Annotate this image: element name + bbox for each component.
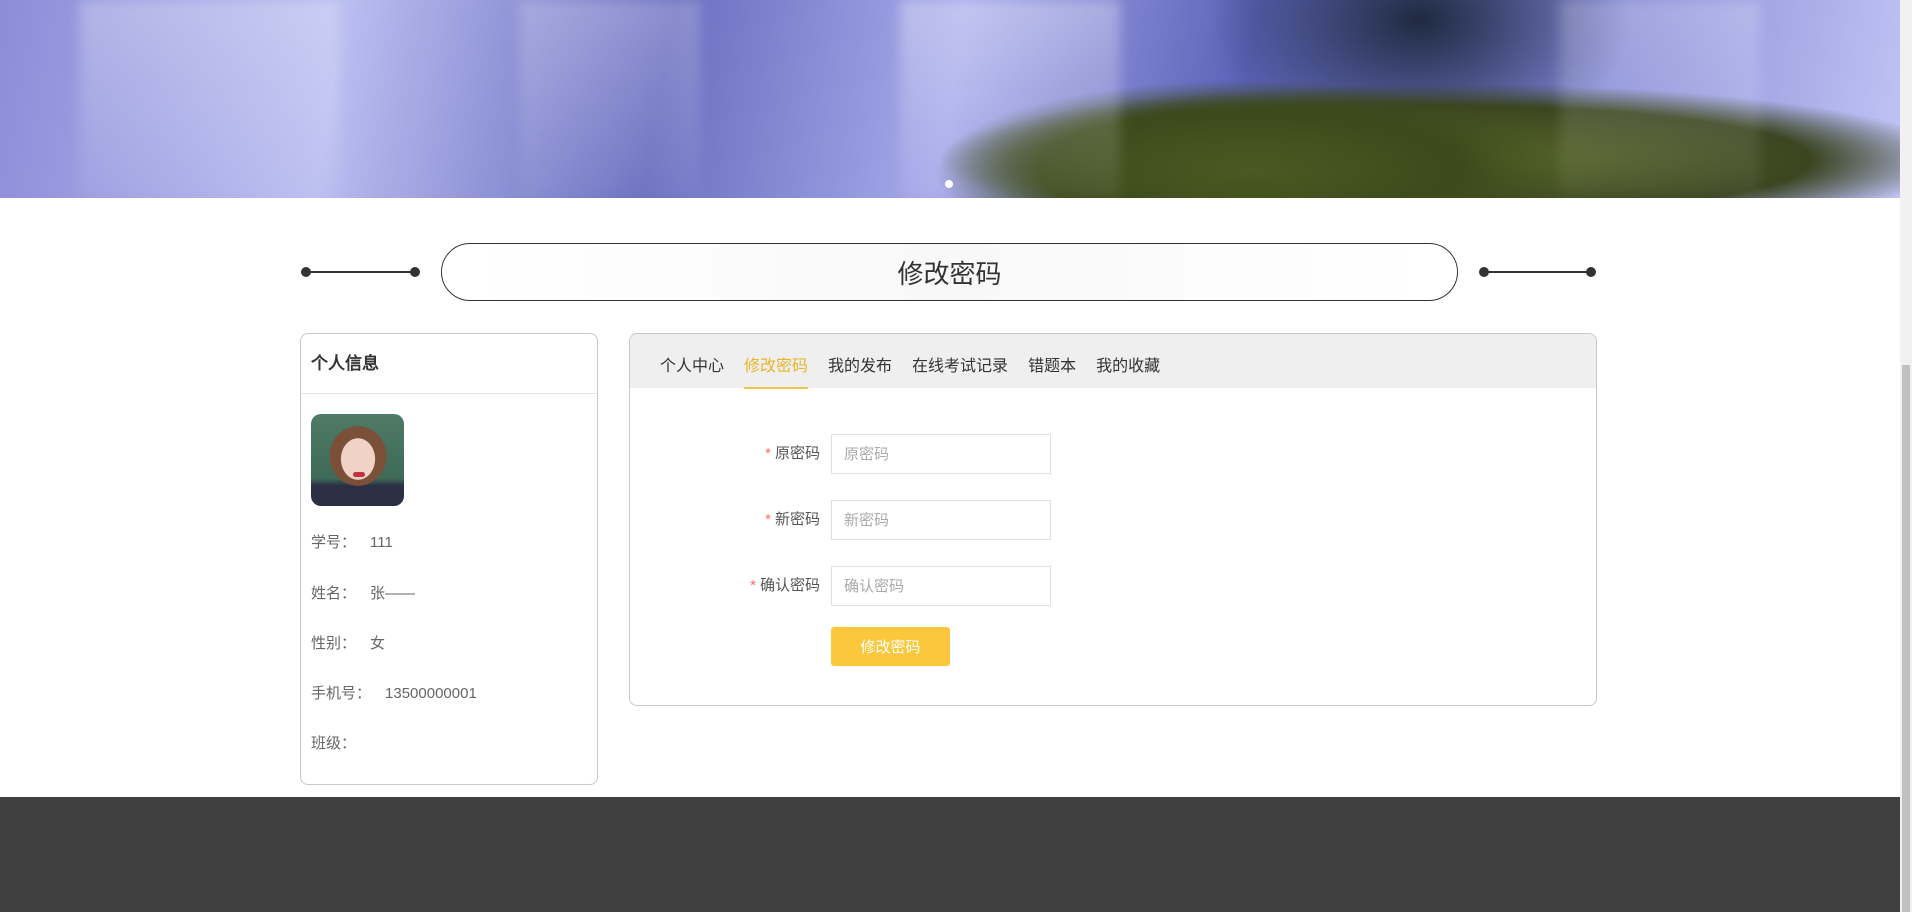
required-mark: *: [750, 577, 756, 594]
field-label: 学号：: [311, 534, 357, 551]
old-password-row: * 原密码: [630, 434, 1596, 474]
page-title: 修改密码: [441, 243, 1458, 301]
new-password-label: * 新密码: [765, 500, 820, 540]
change-password-button[interactable]: 修改密码: [831, 627, 950, 666]
field-value: 女: [370, 635, 386, 652]
field-label: 姓名：: [311, 585, 357, 602]
password-card: 个人中心 修改密码 我的发布 在线考试记录 错题本 我的收藏 * 原密码 * 新密码…: [629, 333, 1597, 706]
tab-exam-records[interactable]: 在线考试记录: [902, 334, 1018, 388]
label-text: 原密码: [774, 445, 820, 462]
field-label: 性别：: [311, 635, 357, 652]
tab-favorites[interactable]: 我的收藏: [1086, 334, 1170, 388]
profile-field-phone: 手机号： 13500000001: [311, 682, 477, 703]
tab-wrong-questions[interactable]: 错题本: [1018, 334, 1086, 388]
label-text: 确认密码: [759, 577, 820, 594]
tab-personal-center[interactable]: 个人中心: [650, 334, 734, 388]
field-value: 13500000001: [385, 685, 477, 702]
title-decoration-left: [301, 267, 420, 277]
required-mark: *: [765, 511, 771, 528]
old-password-label: * 原密码: [765, 434, 820, 474]
new-password-row: * 新密码: [630, 500, 1596, 540]
confirm-password-label: * 确认密码: [750, 566, 820, 606]
confirm-password-input[interactable]: [831, 566, 1051, 606]
profile-card: 个人信息 学号： 111 姓名： 张—— 性别：女 手机号： 13500000001 …: [300, 333, 598, 785]
profile-field-class: 班级：: [311, 732, 370, 753]
tab-change-password[interactable]: 修改密码: [734, 334, 818, 389]
new-password-input[interactable]: [831, 500, 1051, 540]
avatar: [311, 414, 404, 506]
profile-field-student-id: 学号： 111: [311, 531, 393, 552]
footer: [0, 797, 1900, 912]
profile-card-header: 个人信息: [301, 334, 597, 394]
scrollbar[interactable]: [1900, 0, 1912, 912]
carousel-indicator[interactable]: [945, 180, 953, 188]
field-label: 班级：: [311, 735, 357, 752]
confirm-password-row: * 确认密码: [630, 566, 1596, 606]
profile-field-gender: 性别： 女: [311, 632, 385, 653]
label-text: 新密码: [774, 511, 820, 528]
hero-banner-carousel: [0, 0, 1900, 198]
tab-my-posts[interactable]: 我的发布: [818, 334, 902, 388]
field-value: 张——: [370, 585, 416, 602]
required-mark: *: [765, 445, 771, 462]
title-decoration-right: [1479, 267, 1596, 277]
field-value: 111: [370, 534, 393, 551]
tab-bar: 个人中心 修改密码 我的发布 在线考试记录 错题本 我的收藏: [630, 334, 1596, 389]
field-label: 手机号：: [311, 685, 372, 702]
old-password-input[interactable]: [831, 434, 1051, 474]
profile-field-name: 姓名： 张——: [311, 582, 415, 603]
scrollbar-thumb[interactable]: [1902, 365, 1910, 912]
